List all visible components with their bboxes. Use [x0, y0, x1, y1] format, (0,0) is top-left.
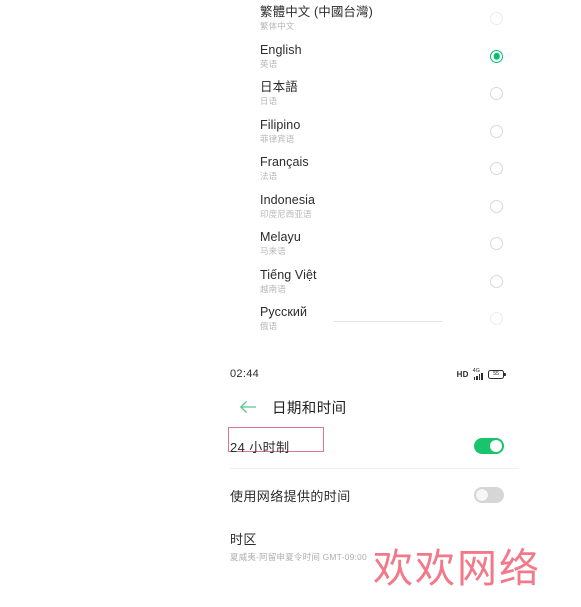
language-item-subtitle: 俄语	[260, 321, 278, 332]
language-item-subtitle: 日语	[260, 96, 278, 107]
language-item-subtitle: 越南语	[260, 283, 286, 294]
setting-row-24-hour-format[interactable]: 24 小时制	[228, 424, 518, 468]
page-title: 日期和时间	[272, 400, 347, 417]
language-radio-button[interactable]	[490, 199, 503, 213]
list-scroll-hint	[334, 321, 442, 322]
language-item-subtitle: 繁体中文	[260, 21, 295, 32]
setting-row-time-zone[interactable]: 时区 夏威夷-阿留申夏令时间 GMT-09:00	[228, 521, 518, 567]
setting-row-texts: 时区 夏威夷-阿留申夏令时间 GMT-09:00	[230, 529, 367, 563]
toggle-network-time[interactable]	[474, 487, 504, 503]
language-item-subtitle: 英语	[260, 58, 278, 69]
language-item-title: Français	[260, 155, 309, 170]
language-item-texts: Русский 俄语	[228, 305, 307, 332]
setting-label: 时区	[230, 532, 257, 547]
setting-row-network-time[interactable]: 使用网络提供的时间	[228, 469, 518, 521]
language-radio-button[interactable]	[490, 237, 503, 251]
toggle-knob	[490, 440, 502, 452]
language-item-title: English	[260, 42, 302, 57]
back-arrow-icon[interactable]	[238, 397, 258, 417]
language-item-texts: English 英语	[228, 43, 302, 70]
language-radio-button[interactable]	[490, 87, 503, 101]
setting-sublabel: 夏威夷-阿留申夏令时间 GMT-09:00	[230, 552, 367, 562]
language-list-item[interactable]: 日本語 日语	[228, 75, 518, 113]
hd-voice-icon: HD	[456, 369, 469, 379]
date-time-settings-screen: 02:44 HD 4G 55 日期和时间 24 小时制 使用网络提供的时间 时区…	[228, 358, 518, 607]
language-item-title: Tiếng Việt	[260, 267, 317, 282]
language-item-texts: 日本語 日语	[228, 80, 298, 107]
toggle-knob	[476, 489, 488, 501]
language-list-item[interactable]: Русский 俄语	[228, 300, 518, 338]
app-bar: 日期和时间	[228, 390, 518, 424]
language-item-subtitle: 马来语	[260, 246, 286, 257]
status-bar: 02:44 HD 4G 55	[228, 358, 518, 390]
language-item-subtitle: 印度尼西亚语	[260, 208, 312, 219]
setting-label: 使用网络提供的时间	[230, 488, 351, 504]
language-item-title: Indonesia	[260, 192, 316, 207]
signal-strength-icon: 4G	[472, 367, 483, 380]
language-list-item[interactable]: 繁體中文 (中國台灣) 繁体中文	[228, 0, 518, 38]
network-type-label: 4G	[472, 367, 480, 374]
setting-label: 24 小时制	[230, 439, 290, 455]
language-radio-button[interactable]	[490, 12, 503, 26]
language-item-title: Русский	[260, 305, 308, 320]
language-list-item[interactable]: Indonesia 印度尼西亚语	[228, 188, 518, 226]
language-list-item[interactable]: Français 法语	[228, 150, 518, 188]
language-selection-screen: 繁體中文 (中國台灣) 繁体中文 English 英语 日本語 日语 Filip…	[228, 0, 518, 335]
language-list-item[interactable]: English 英语	[228, 38, 518, 76]
language-radio-button[interactable]	[490, 124, 503, 138]
language-list-item[interactable]: Filipino 菲律宾语	[228, 113, 518, 151]
status-bar-clock: 02:44	[230, 368, 260, 380]
language-item-title: Melayu	[260, 230, 301, 245]
signal-bars	[473, 372, 483, 380]
language-item-texts: 繁體中文 (中國台灣) 繁体中文	[228, 5, 373, 32]
language-radio-button[interactable]	[490, 312, 503, 326]
language-list-item[interactable]: Tiếng Việt 越南语	[228, 263, 518, 301]
language-list-item[interactable]: Melayu 马来语	[228, 225, 518, 263]
status-bar-indicators: HD 4G 55	[456, 367, 506, 380]
toggle-24-hour-format[interactable]	[474, 438, 504, 454]
language-item-subtitle: 菲律宾语	[260, 133, 295, 144]
language-item-texts: Filipino 菲律宾语	[228, 118, 300, 145]
language-item-texts: Indonesia 印度尼西亚语	[228, 193, 315, 220]
setting-row-texts: 24 小时制	[230, 437, 289, 456]
language-item-texts: Melayu 马来语	[228, 230, 301, 257]
language-item-title: 日本語	[260, 80, 298, 95]
language-item-texts: Tiếng Việt 越南语	[228, 268, 317, 295]
battery-level-label: 55	[493, 371, 499, 377]
language-radio-button[interactable]	[490, 274, 503, 288]
language-item-title: 繁體中文 (中國台灣)	[260, 5, 373, 20]
language-item-title: Filipino	[260, 117, 301, 132]
screenshot-separator	[0, 340, 581, 358]
language-item-subtitle: 法语	[260, 171, 278, 182]
language-radio-button-selected[interactable]	[490, 49, 503, 63]
battery-icon: 55	[488, 369, 506, 379]
setting-row-texts: 使用网络提供的时间	[230, 486, 351, 505]
language-item-texts: Français 法语	[228, 155, 309, 182]
language-radio-button[interactable]	[490, 162, 503, 176]
